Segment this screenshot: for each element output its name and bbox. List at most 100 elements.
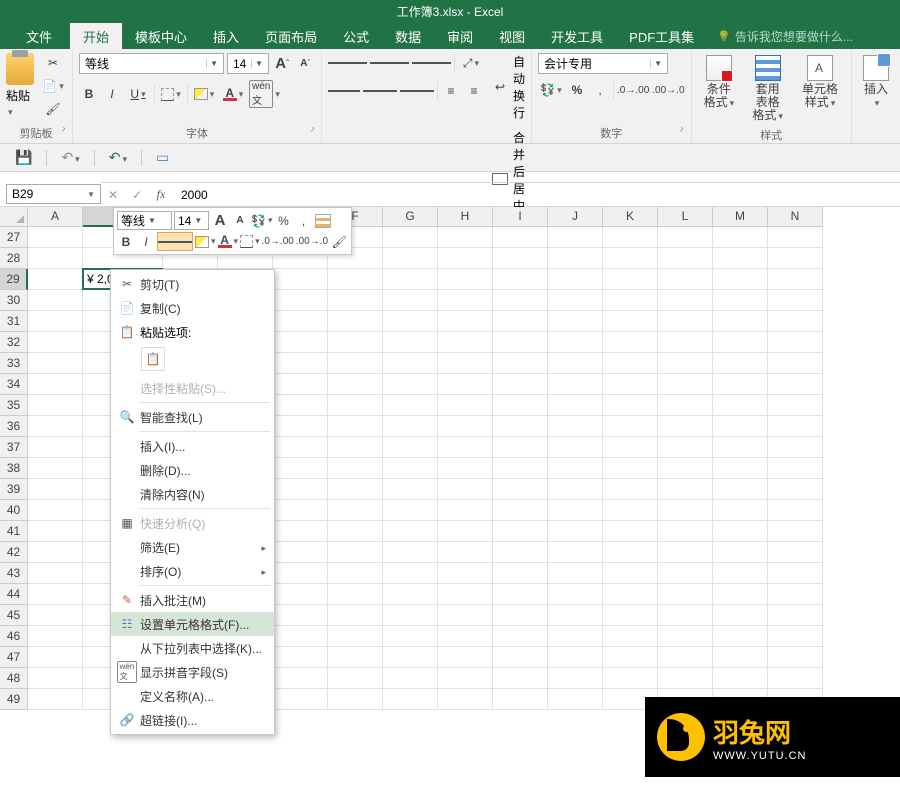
cell-M29[interactable] — [713, 269, 768, 290]
cell-F36[interactable] — [328, 416, 383, 437]
cell-L29[interactable] — [658, 269, 713, 290]
cell-M41[interactable] — [713, 521, 768, 542]
ctx-hyperlink[interactable]: 🔗超链接(I)... — [111, 708, 274, 732]
group-label-number[interactable]: 数字 — [538, 123, 685, 143]
phonetic-button[interactable]: wén文 — [249, 84, 280, 104]
cell-J36[interactable] — [548, 416, 603, 437]
cell-E31[interactable] — [273, 311, 328, 332]
cell-F35[interactable] — [328, 395, 383, 416]
tab-formula[interactable]: 公式 — [330, 23, 382, 49]
copy-button[interactable] — [40, 76, 66, 96]
bold-button[interactable]: B — [79, 84, 99, 104]
cell-J45[interactable] — [548, 605, 603, 626]
cell-A40[interactable] — [28, 500, 83, 521]
cell-N33[interactable] — [768, 353, 823, 374]
font-size-combo[interactable]: 14▼ — [227, 53, 269, 74]
undo-history-button[interactable]: ↶ — [61, 149, 79, 166]
paste-button[interactable]: 粘贴 — [6, 53, 34, 118]
percent-button[interactable] — [567, 80, 587, 100]
cell-A47[interactable] — [28, 647, 83, 668]
cell-N39[interactable] — [768, 479, 823, 500]
cell-F29[interactable] — [328, 269, 383, 290]
decrease-font-button[interactable]: Aˇ — [295, 54, 315, 74]
col-header-K[interactable]: K — [603, 207, 658, 227]
cell-M42[interactable] — [713, 542, 768, 563]
cell-K44[interactable] — [603, 584, 658, 605]
cell-H33[interactable] — [438, 353, 493, 374]
cell-J29[interactable] — [548, 269, 603, 290]
cell-A34[interactable] — [28, 374, 83, 395]
cell-H30[interactable] — [438, 290, 493, 311]
cell-K27[interactable] — [603, 227, 658, 248]
col-header-N[interactable]: N — [768, 207, 823, 227]
cell-J30[interactable] — [548, 290, 603, 311]
mini-italic-button[interactable]: I — [137, 232, 155, 251]
cell-J28[interactable] — [548, 248, 603, 269]
formula-input[interactable]: 2000 — [173, 182, 900, 206]
mini-fill-color-button[interactable] — [195, 232, 216, 251]
cell-A48[interactable] — [28, 668, 83, 689]
cell-K40[interactable] — [603, 500, 658, 521]
cell-E33[interactable] — [273, 353, 328, 374]
cell-H36[interactable] — [438, 416, 493, 437]
decrease-decimal-button[interactable]: .00→.0 — [652, 80, 684, 100]
mini-dec-decimal[interactable]: .00→.0 — [296, 232, 328, 251]
cell-styles-button[interactable]: 单元格样式 — [795, 53, 845, 112]
row-header-42[interactable]: 42 — [0, 542, 28, 563]
cell-A42[interactable] — [28, 542, 83, 563]
name-box[interactable]: B29▼ — [6, 184, 101, 204]
cell-K36[interactable] — [603, 416, 658, 437]
cell-I47[interactable] — [493, 647, 548, 668]
format-painter-button[interactable] — [40, 99, 66, 119]
mini-currency-button[interactable]: 💱 — [251, 211, 272, 230]
cell-N31[interactable] — [768, 311, 823, 332]
font-name-combo[interactable]: 等线▼ — [79, 53, 224, 74]
cell-E44[interactable] — [273, 584, 328, 605]
cell-E29[interactable] — [273, 269, 328, 290]
cell-G40[interactable] — [383, 500, 438, 521]
ctx-insert[interactable]: 插入(I)... — [111, 434, 274, 458]
tab-template[interactable]: 模板中心 — [122, 23, 200, 49]
cell-A30[interactable] — [28, 290, 83, 311]
tab-insert[interactable]: 插入 — [200, 23, 252, 49]
cell-F31[interactable] — [328, 311, 383, 332]
number-format-combo[interactable]: 会计专用▼ — [538, 53, 668, 74]
cell-A32[interactable] — [28, 332, 83, 353]
cell-G31[interactable] — [383, 311, 438, 332]
cell-K30[interactable] — [603, 290, 658, 311]
cell-M44[interactable] — [713, 584, 768, 605]
cell-E49[interactable] — [273, 689, 328, 710]
cell-E43[interactable] — [273, 563, 328, 584]
cell-J39[interactable] — [548, 479, 603, 500]
row-header-40[interactable]: 40 — [0, 500, 28, 521]
cell-A37[interactable] — [28, 437, 83, 458]
tab-dev[interactable]: 开发工具 — [538, 23, 616, 49]
row-header-34[interactable]: 34 — [0, 374, 28, 395]
mini-font-color-button[interactable]: A — [218, 232, 239, 251]
cell-H44[interactable] — [438, 584, 493, 605]
cell-N47[interactable] — [768, 647, 823, 668]
underline-button[interactable]: U — [125, 84, 151, 104]
row-header-49[interactable]: 49 — [0, 689, 28, 710]
border-button[interactable] — [158, 84, 184, 104]
tab-pdf[interactable]: PDF工具集 — [616, 23, 707, 49]
cell-L47[interactable] — [658, 647, 713, 668]
cell-E48[interactable] — [273, 668, 328, 689]
cell-I41[interactable] — [493, 521, 548, 542]
save-button[interactable]: 💾 — [15, 149, 32, 166]
cell-J27[interactable] — [548, 227, 603, 248]
fill-color-button[interactable] — [191, 84, 217, 104]
cell-L45[interactable] — [658, 605, 713, 626]
cell-J46[interactable] — [548, 626, 603, 647]
cell-M48[interactable] — [713, 668, 768, 689]
row-header-48[interactable]: 48 — [0, 668, 28, 689]
cell-K34[interactable] — [603, 374, 658, 395]
cell-E40[interactable] — [273, 500, 328, 521]
tab-home[interactable]: 开始 — [70, 23, 122, 49]
cell-L44[interactable] — [658, 584, 713, 605]
cell-I31[interactable] — [493, 311, 548, 332]
row-header-44[interactable]: 44 — [0, 584, 28, 605]
cell-F38[interactable] — [328, 458, 383, 479]
cell-E46[interactable] — [273, 626, 328, 647]
cell-L31[interactable] — [658, 311, 713, 332]
